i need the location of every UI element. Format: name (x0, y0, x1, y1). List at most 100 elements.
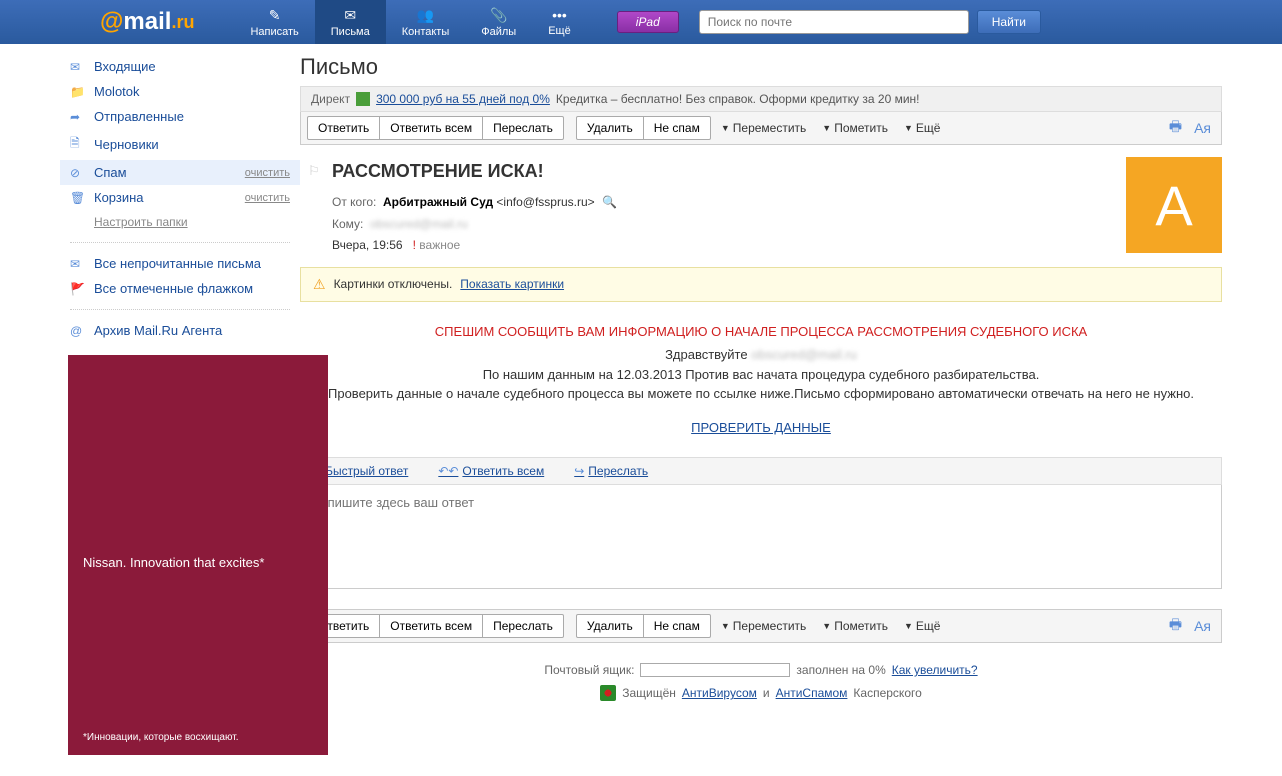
images-disabled-notice: ⚠ Картинки отключены. Показать картинки (300, 267, 1222, 302)
quick-reply-all-link[interactable]: ↶↶Ответить всем (438, 464, 544, 478)
quick-forward-link[interactable]: ↪Переслать (574, 464, 648, 478)
delete-button-bottom[interactable]: Удалить (576, 614, 644, 638)
flag-icon: 🚩 (70, 282, 86, 296)
magnifier-icon[interactable]: 🔍 (602, 195, 617, 209)
top-header: @mail.ru ✎Написать ✉Письма 👥Контакты 📎Фа… (0, 0, 1282, 44)
folder-icon: 📁 (70, 85, 86, 99)
folder-trash[interactable]: 🗑Корзинаочистить (60, 185, 300, 210)
block-icon: ⊘ (70, 166, 86, 180)
ad-footnote: *Инновации, которые восхищают. (83, 732, 239, 743)
chevron-down-icon: ▼ (904, 123, 913, 133)
flag-icon[interactable]: ⚐ (308, 163, 320, 179)
envelope-icon: ✉ (70, 257, 86, 271)
reply-box (300, 485, 1222, 589)
chevron-down-icon: ▼ (822, 123, 831, 133)
nav-contacts[interactable]: 👥Контакты (386, 0, 466, 44)
chevron-down-icon: ▼ (721, 621, 730, 631)
paperclip-icon: 📎 (490, 7, 507, 24)
not-spam-button-bottom[interactable]: Не спам (643, 614, 711, 638)
reply-button[interactable]: Ответить (307, 116, 380, 140)
forward-icon: ↪ (574, 464, 584, 478)
from-name: Арбитражный Суд (383, 195, 493, 209)
mark-dropdown[interactable]: ▼Пометить (816, 117, 894, 139)
dots-icon: ••• (552, 7, 567, 23)
translate-icon[interactable]: Aя (1194, 120, 1211, 136)
ipad-button[interactable]: iPad (617, 11, 679, 33)
direct-link[interactable]: 300 000 руб на 55 дней под 0% (376, 92, 550, 106)
direct-icon (356, 92, 370, 106)
print-icon-bottom[interactable]: 🖶 (1169, 614, 1182, 638)
reply-all-button[interactable]: Ответить всем (379, 116, 483, 140)
reply-all-icon: ↶↶ (438, 464, 458, 478)
envelope-icon: ✉ (344, 7, 356, 24)
quota-increase-link[interactable]: Как увеличить? (892, 663, 978, 677)
important-tag: важное (419, 238, 460, 252)
forward-button-bottom[interactable]: Переслать (482, 614, 564, 638)
translate-icon-bottom[interactable]: Aя (1194, 618, 1211, 634)
pencil-icon: ✎ (269, 7, 281, 24)
document-icon: 🗎 (70, 134, 86, 155)
mark-dropdown-bottom[interactable]: ▼Пометить (816, 615, 894, 637)
search-button[interactable]: Найти (977, 10, 1041, 34)
from-email: <info@fssprus.ru> (496, 195, 594, 209)
kaspersky-icon (600, 685, 616, 701)
more-dropdown-bottom[interactable]: ▼Ещё (898, 615, 946, 637)
at-icon: @ (70, 324, 86, 338)
folder-molotok[interactable]: 📁Molotok (60, 79, 300, 104)
search-input[interactable] (699, 10, 969, 34)
quick-actions-bar: ↶Быстрый ответ ↶↶Ответить всем ↪Переслат… (300, 457, 1222, 485)
clear-trash-link[interactable]: очистить (245, 192, 290, 204)
body-red-heading: СПЕШИМ СООБЩИТЬ ВАМ ИНФОРМАЦИЮ О НАЧАЛЕ … (310, 322, 1212, 342)
direct-label: Директ (311, 92, 350, 106)
chevron-down-icon: ▼ (822, 621, 831, 631)
message-body: СПЕШИМ СООБЩИТЬ ВАМ ИНФОРМАЦИЮ О НАЧАЛЕ … (300, 302, 1222, 458)
quota-bar (640, 663, 790, 677)
message-date: Вчера, 19:56 (332, 238, 403, 252)
forward-button[interactable]: Переслать (482, 116, 564, 140)
trash-icon: 🗑 (70, 191, 86, 205)
sidebar: ✉Входящие 📁Molotok ➦Отправленные 🗎Чернов… (0, 44, 300, 755)
delete-button[interactable]: Удалить (576, 116, 644, 140)
main-content: Письмо Директ 300 000 руб на 55 дней под… (300, 44, 1282, 755)
nav: ✎Написать ✉Письма 👥Контакты 📎Файлы •••Ещ… (234, 0, 586, 44)
chevron-down-icon: ▼ (904, 621, 913, 631)
archive-agent-link[interactable]: @Архив Mail.Ru Агента (60, 318, 300, 343)
ad-banner[interactable]: Nissan. Innovation that excites* *Иннова… (68, 355, 328, 755)
folder-sent[interactable]: ➦Отправленные (60, 104, 300, 129)
nav-files[interactable]: 📎Файлы (465, 0, 532, 44)
print-icon[interactable]: 🖶 (1169, 116, 1182, 140)
ad-text: Nissan. Innovation that excites* (83, 555, 264, 570)
more-dropdown[interactable]: ▼Ещё (898, 117, 946, 139)
folder-settings-link[interactable]: Настроить папки (60, 210, 300, 234)
move-dropdown[interactable]: ▼Переместить (715, 117, 812, 139)
people-icon: 👥 (417, 7, 434, 24)
folder-inbox[interactable]: ✉Входящие (60, 54, 300, 79)
nav-more[interactable]: •••Ещё (532, 0, 587, 44)
warning-icon: ⚠ (313, 276, 326, 293)
to-address: obscured@mail.ru (370, 217, 468, 231)
move-dropdown-bottom[interactable]: ▼Переместить (715, 615, 812, 637)
reply-textarea[interactable] (301, 485, 1221, 585)
toolbar-bottom: Ответить Ответить всем Переслать Удалить… (300, 609, 1222, 643)
nav-compose[interactable]: ✎Написать (234, 0, 314, 44)
antivirus-link[interactable]: АнтиВирусом (682, 686, 757, 700)
logo[interactable]: @mail.ru (100, 8, 194, 36)
nav-mail[interactable]: ✉Письма (315, 0, 386, 44)
envelope-icon: ✉ (70, 60, 86, 74)
message-header: ⚐ РАССМОТРЕНИЕ ИСКА! От кого: Арбитражны… (300, 145, 1222, 267)
not-spam-button[interactable]: Не спам (643, 116, 711, 140)
direct-ad-bar: Директ 300 000 руб на 55 дней под 0% Кре… (300, 86, 1222, 112)
folder-drafts[interactable]: 🗎Черновики (60, 129, 300, 160)
clear-spam-link[interactable]: очистить (245, 167, 290, 179)
chevron-down-icon: ▼ (721, 123, 730, 133)
show-images-link[interactable]: Показать картинки (460, 277, 564, 291)
page-title: Письмо (300, 54, 1222, 80)
folder-spam[interactable]: ⊘Спамочистить (60, 160, 300, 185)
direct-desc: Кредитка – бесплатно! Без справок. Оформ… (556, 92, 920, 106)
antispam-link[interactable]: АнтиСпамом (776, 686, 848, 700)
avatar: А (1126, 157, 1222, 253)
flagged-link[interactable]: 🚩Все отмеченные флажком (60, 276, 300, 301)
check-data-link[interactable]: ПРОВЕРИТЬ ДАННЫЕ (310, 418, 1212, 438)
reply-all-button-bottom[interactable]: Ответить всем (379, 614, 483, 638)
unread-link[interactable]: ✉Все непрочитанные письма (60, 251, 300, 276)
